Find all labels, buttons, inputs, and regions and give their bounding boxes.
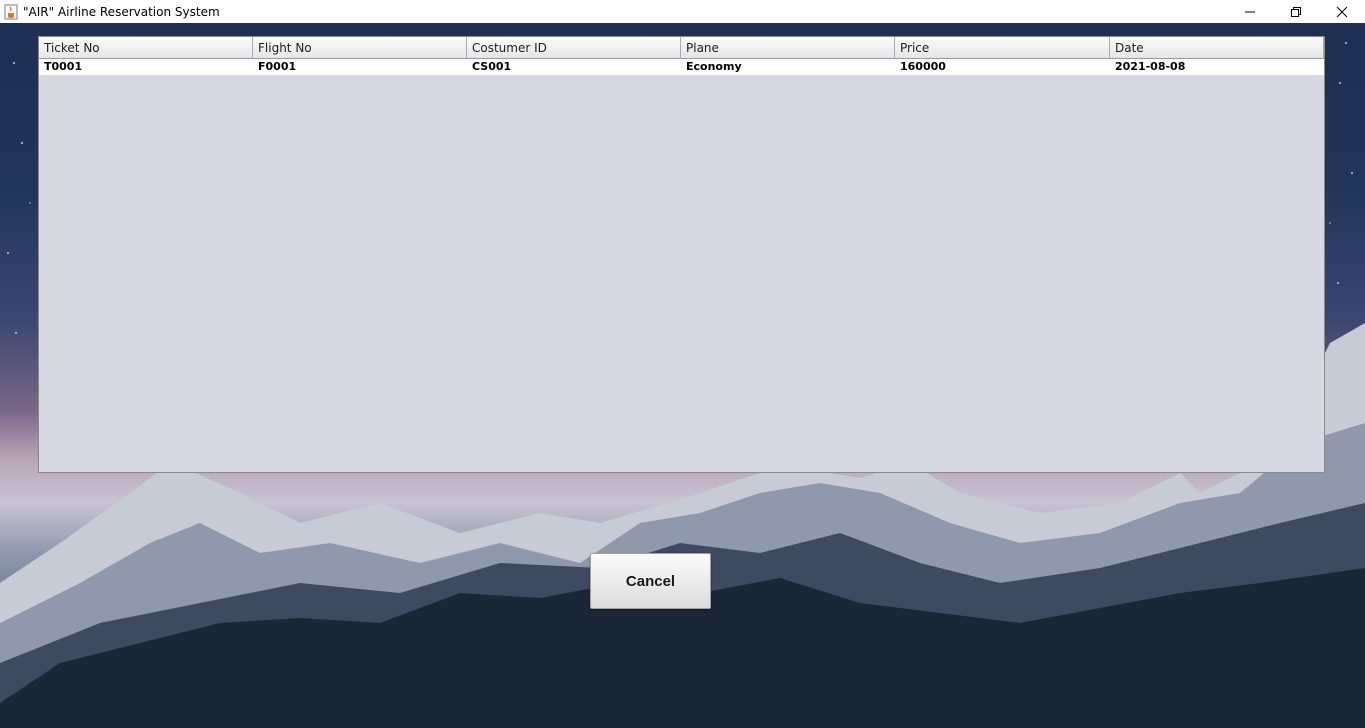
- table-row[interactable]: T0001 F0001 CS001 Economy 160000 2021-08…: [39, 59, 1324, 75]
- column-header-date[interactable]: Date: [1110, 37, 1324, 59]
- tickets-table[interactable]: Ticket No Flight No Costumer ID Plane Pr…: [38, 36, 1325, 473]
- minimize-icon: [1245, 11, 1255, 12]
- cell-flight-no[interactable]: F0001: [253, 59, 467, 75]
- cell-date[interactable]: 2021-08-08: [1110, 59, 1324, 75]
- cell-price[interactable]: 160000: [895, 59, 1110, 75]
- table-header: Ticket No Flight No Costumer ID Plane Pr…: [39, 37, 1324, 59]
- cell-plane[interactable]: Economy: [681, 59, 895, 75]
- window-title: "AIR" Airline Reservation System: [23, 4, 220, 19]
- java-cup-icon[interactable]: [3, 4, 19, 20]
- cell-costumer-id[interactable]: CS001: [467, 59, 681, 75]
- close-button[interactable]: [1319, 0, 1365, 23]
- title-bar: "AIR" Airline Reservation System: [0, 0, 1365, 23]
- close-icon: [1336, 6, 1348, 17]
- cell-ticket-no[interactable]: T0001: [39, 59, 253, 75]
- restore-button[interactable]: [1273, 0, 1319, 23]
- column-header-plane[interactable]: Plane: [681, 37, 895, 59]
- column-header-costumer-id[interactable]: Costumer ID: [467, 37, 681, 59]
- restore-icon: [1291, 6, 1301, 17]
- column-header-flight-no[interactable]: Flight No: [253, 37, 467, 59]
- cancel-button[interactable]: Cancel: [590, 553, 711, 609]
- minimize-button[interactable]: [1227, 0, 1273, 23]
- column-header-price[interactable]: Price: [895, 37, 1110, 59]
- column-header-ticket-no[interactable]: Ticket No: [39, 37, 253, 59]
